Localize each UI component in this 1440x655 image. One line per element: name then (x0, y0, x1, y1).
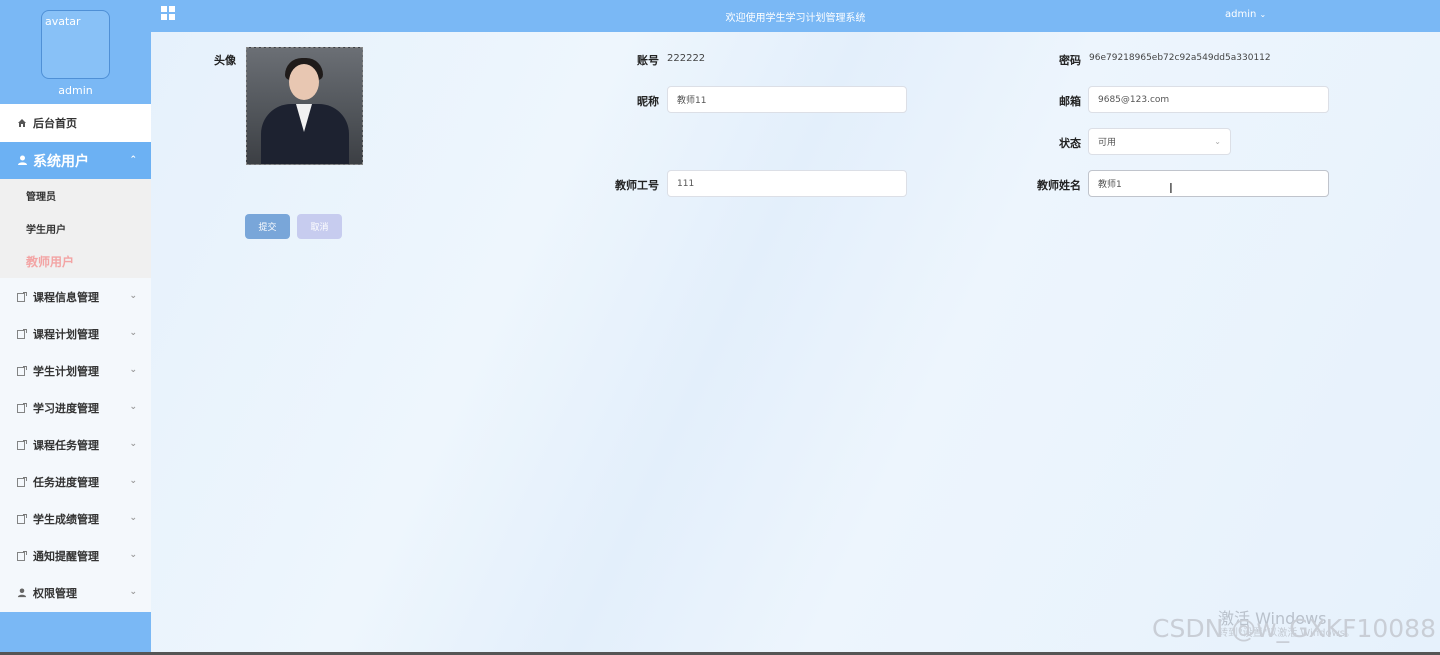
csdn-watermark: CSDN @w_GXKF10088 (1152, 614, 1436, 643)
sidebar-item-student-plan[interactable]: 学生计划管理 ⌄ (0, 352, 151, 389)
edit-icon (16, 402, 28, 414)
edit-icon (16, 365, 28, 377)
sidebar-item-course-info[interactable]: 课程信息管理 ⌄ (0, 278, 151, 315)
chevron-down-icon: ⌄ (129, 328, 137, 338)
sidebar-subitem-student-users[interactable]: 学生用户 (0, 212, 151, 245)
account-value: 222222 (667, 53, 706, 64)
chevron-down-icon: ⌄ (1214, 137, 1221, 146)
sidebar-item-home[interactable]: 后台首页 (0, 104, 151, 142)
sidebar-item-label: 权限管理 (33, 586, 77, 600)
edit-icon (16, 439, 28, 451)
nickname-label: 昵称 (637, 95, 659, 108)
sidebar-item-system-users[interactable]: 系统用户 ⌃ (0, 142, 151, 179)
chevron-up-icon: ⌃ (129, 155, 137, 165)
main-content: 头像 账号 222222 密码 96e79218965eb72c92a549dd… (151, 32, 1440, 652)
email-input[interactable]: 9685@123.com (1088, 86, 1329, 113)
sidebar-item-study-progress[interactable]: 学习进度管理 ⌄ (0, 389, 151, 426)
teacher-id-input[interactable]: 111 (667, 170, 907, 197)
sidebar-item-course-tasks[interactable]: 课程任务管理 ⌄ (0, 426, 151, 463)
submit-button[interactable]: 提交 (245, 214, 290, 239)
teacher-id-label: 教师工号 (615, 179, 659, 192)
sidebar-item-course-plan[interactable]: 课程计划管理 ⌄ (0, 315, 151, 352)
sidebar-item-task-progress[interactable]: 任务进度管理 ⌄ (0, 463, 151, 500)
sidebar-item-label: 系统用户 (33, 153, 89, 170)
status-select-value: 可用 (1098, 138, 1117, 148)
chevron-down-icon: ⌄ (129, 513, 137, 523)
user-icon (16, 587, 28, 599)
chevron-down-icon: ⌄ (129, 291, 137, 301)
cancel-button[interactable]: 取消 (297, 214, 342, 239)
top-bar: 欢迎使用学生学习计划管理系统 admin ⌄ (151, 0, 1440, 32)
sidebar-item-label: 学生成绩管理 (33, 512, 99, 526)
teacher-name-input[interactable]: 教师1 (1088, 170, 1329, 197)
sidebar-subitem-admin[interactable]: 管理员 (0, 179, 151, 212)
account-label: 账号 (637, 54, 659, 67)
status-label: 状态 (1059, 137, 1081, 150)
edit-icon (16, 550, 28, 562)
chevron-down-icon: ⌄ (129, 402, 137, 412)
sidebar-item-student-grades[interactable]: 学生成绩管理 ⌄ (0, 500, 151, 537)
email-label: 邮箱 (1059, 95, 1081, 108)
sidebar-item-label: 学习进度管理 (33, 401, 99, 415)
chevron-down-icon: ⌄ (1259, 10, 1267, 19)
password-label: 密码 (1059, 54, 1081, 67)
text-cursor-icon: I (1169, 182, 1173, 197)
edit-icon (16, 513, 28, 525)
nickname-input[interactable]: 教师11 (667, 86, 907, 113)
sidebar-footer (0, 612, 151, 652)
user-dropdown[interactable]: admin ⌄ (1225, 9, 1266, 20)
sidebar-menu: 后台首页 系统用户 ⌃ 管理员 学生用户 教师用户 课程信息管理 ⌄ 课程计划管 (0, 104, 151, 611)
sidebar-item-label: 任务进度管理 (33, 475, 99, 489)
avatar-alt-text: avatar (45, 15, 81, 28)
chevron-down-icon: ⌄ (129, 365, 137, 375)
chevron-down-icon: ⌄ (129, 587, 137, 597)
teacher-name-input-value: 教师1 (1098, 180, 1122, 190)
home-icon (16, 117, 28, 129)
sidebar-item-label: 课程信息管理 (33, 290, 99, 304)
teacher-id-input-value: 111 (677, 178, 695, 189)
sidebar-header: avatar admin (0, 0, 151, 104)
edit-icon (16, 476, 28, 488)
chevron-down-icon: ⌄ (129, 439, 137, 449)
chevron-down-icon: ⌄ (129, 550, 137, 560)
password-value: 96e79218965eb72c92a549dd5a330112 (1089, 53, 1271, 63)
email-input-value: 9685@123.com (1098, 94, 1170, 105)
teacher-name-label: 教师姓名 (1037, 179, 1081, 192)
sidebar-subitem-teacher-users[interactable]: 教师用户 (0, 245, 151, 278)
portrait-face (289, 64, 319, 100)
sidebar-item-label: 通知提醒管理 (33, 549, 99, 563)
sidebar-username: admin (58, 84, 93, 97)
avatar-label: 头像 (214, 54, 236, 67)
avatar-upload[interactable] (246, 47, 363, 165)
nickname-input-value: 教师11 (677, 96, 707, 106)
sidebar-item-label: 课程计划管理 (33, 327, 99, 341)
user-icon (16, 155, 28, 167)
user-dropdown-label: admin (1225, 9, 1257, 20)
sidebar-item-label: 后台首页 (33, 117, 77, 130)
edit-icon (16, 328, 28, 340)
sidebar-item-label: 学生计划管理 (33, 364, 99, 378)
edit-icon (16, 291, 28, 303)
status-select[interactable]: 可用 ⌄ (1088, 128, 1231, 155)
avatar[interactable]: avatar (41, 10, 110, 79)
sidebar-item-notifications[interactable]: 通知提醒管理 ⌄ (0, 537, 151, 574)
sidebar-item-permissions[interactable]: 权限管理 ⌄ (0, 574, 151, 611)
chevron-down-icon: ⌄ (129, 476, 137, 486)
sidebar-submenu: 管理员 学生用户 教师用户 (0, 179, 151, 278)
sidebar-item-label: 课程任务管理 (33, 438, 99, 452)
sidebar: avatar admin 后台首页 系统用户 ⌃ 管理员 学生用户 教师用户 课… (0, 0, 151, 652)
